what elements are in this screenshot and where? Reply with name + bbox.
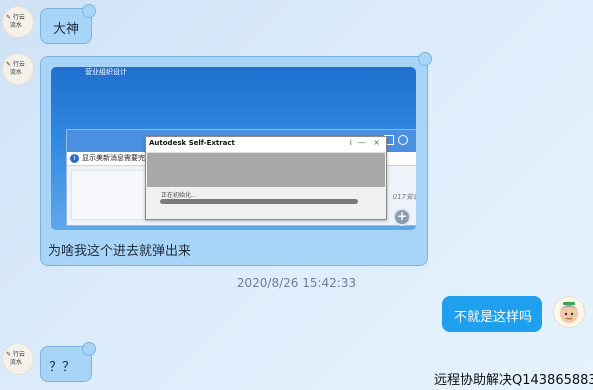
message-caption: 为啥我这个进去就弹出来 — [48, 244, 192, 259]
minimize-icon: — — [358, 138, 366, 147]
message-text: ？？ — [49, 360, 76, 375]
cartoon-avatar-icon — [559, 302, 579, 323]
bubble-ear — [418, 52, 432, 66]
message-bubble[interactable]: ？？ — [40, 342, 96, 382]
message-bubble[interactable]: 大神 — [40, 4, 96, 44]
message-timestamp: 2020/8/26 15:42:33 — [236, 276, 357, 290]
avatar-handwriting: ✎ 行云 流水 — [6, 351, 25, 366]
info-bar-text: 显示美新消息需要完 — [82, 154, 145, 162]
message-text: 大神 — [53, 22, 80, 37]
dialog-title: Autodesk Self-Extract — [149, 139, 235, 147]
window-button — [398, 135, 408, 145]
bubble-ear — [82, 342, 96, 356]
desktop-label: 营业组织设计 — [85, 68, 127, 76]
dialog-status-text: 正在初始化... — [161, 192, 197, 199]
progress-bar — [160, 199, 358, 204]
contact-avatar[interactable]: ✎ 行云 流水 — [2, 53, 34, 85]
self-extract-dialog: Autodesk Self-Extract i — × 正在初始化... — [145, 136, 387, 220]
my-avatar[interactable] — [553, 296, 585, 328]
avatar-handwriting: ✎ 行云 流水 — [6, 61, 25, 76]
window-note: 017安装 — [392, 193, 416, 201]
zoom-icon[interactable]: + — [393, 208, 411, 226]
dialog-banner — [147, 153, 385, 187]
my-message-bubble[interactable]: 不就是这样吗 — [442, 296, 542, 332]
watermark-text: 远程协助解决Q1438658837 — [434, 373, 593, 388]
message-text: 不就是这样吗 — [454, 310, 533, 325]
bubble-ear — [82, 4, 96, 18]
contact-avatar[interactable]: ✎ 行云 流水 — [2, 343, 34, 375]
info-icon: i — [70, 154, 79, 163]
dialog-titlebar: Autodesk Self-Extract i — × — [146, 137, 386, 153]
screenshot-image[interactable]: 营业组织设计 i 显示美新消息需要完 017安装 Autodesk Self-E… — [51, 67, 416, 230]
contact-avatar[interactable]: ✎ 行云 流水 — [2, 6, 34, 38]
avatar-handwriting: ✎ 行云 流水 — [6, 14, 25, 29]
close-icon: × — [373, 138, 380, 147]
info-icon: i — [349, 138, 352, 147]
